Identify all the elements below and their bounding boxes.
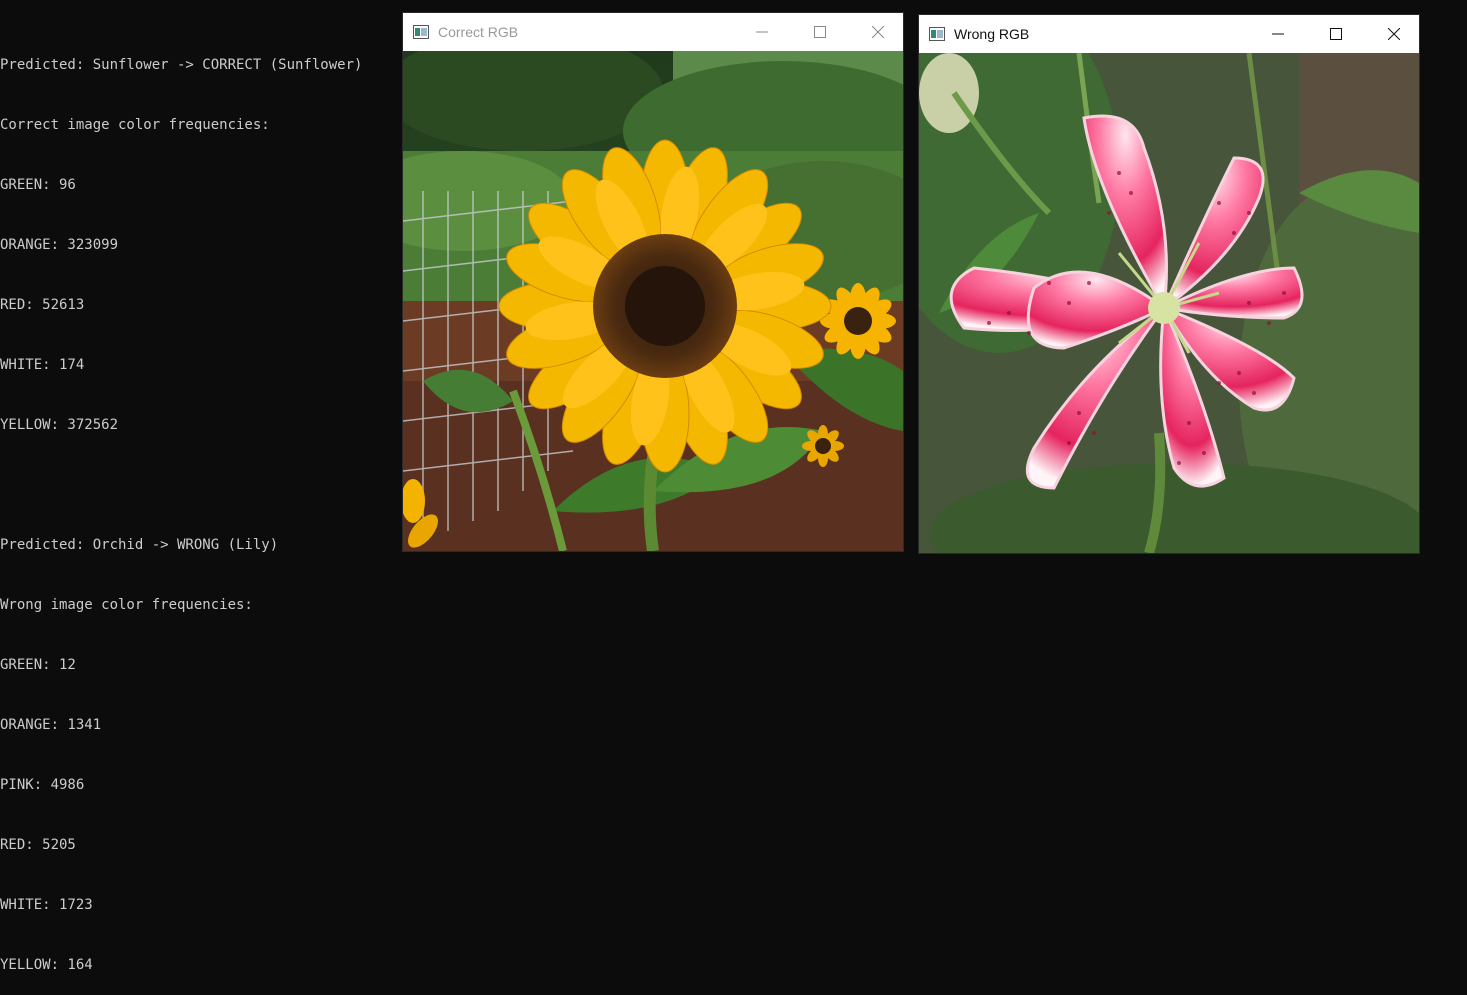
close-icon [872, 26, 884, 38]
console-line: Wrong image color frequencies: [0, 597, 253, 613]
minimize-icon [756, 31, 768, 33]
sunflower-image [403, 51, 903, 551]
close-button[interactable] [855, 13, 901, 51]
window-title: Wrong RGB [954, 26, 1030, 42]
wrong-rgb-window[interactable]: Wrong RGB [919, 15, 1419, 553]
console-line: ORANGE: 1341 [0, 717, 102, 733]
opencv-window-icon [413, 25, 429, 39]
maximize-button[interactable] [1313, 15, 1359, 53]
close-button[interactable] [1371, 15, 1417, 53]
console-line: Predicted: Orchid -> WRONG (Lily) [0, 537, 279, 553]
maximize-button[interactable] [797, 13, 843, 51]
console-line: ORANGE: 323099 [0, 237, 119, 253]
lily-image [919, 53, 1419, 553]
maximize-icon [814, 26, 826, 38]
window-title: Correct RGB [438, 24, 519, 40]
console-line: RED: 5205 [0, 837, 76, 853]
console-line: GREEN: 96 [0, 177, 76, 193]
console-line: PINK: 4986 [0, 777, 85, 793]
console-line: YELLOW: 372562 [0, 417, 119, 433]
console-line: Predicted: Sunflower -> CORRECT (Sunflow… [0, 57, 363, 73]
console-line: WHITE: 174 [0, 357, 85, 373]
minimize-button[interactable] [1255, 15, 1301, 53]
console-line: GREEN: 12 [0, 657, 76, 673]
minimize-button[interactable] [739, 13, 785, 51]
minimize-icon [1272, 33, 1284, 35]
console-line: YELLOW: 164 [0, 957, 93, 973]
console-line: WHITE: 1723 [0, 897, 93, 913]
correct-rgb-window[interactable]: Correct RGB [403, 13, 903, 551]
window-titlebar[interactable]: Wrong RGB [919, 15, 1419, 53]
window-titlebar[interactable]: Correct RGB [403, 13, 903, 51]
maximize-icon [1330, 28, 1342, 40]
opencv-window-icon [929, 27, 945, 41]
console-line: Correct image color frequencies: [0, 117, 270, 133]
console-line: RED: 52613 [0, 297, 85, 313]
console-output: Predicted: Sunflower -> CORRECT (Sunflow… [0, 15, 398, 995]
close-icon [1388, 28, 1400, 40]
